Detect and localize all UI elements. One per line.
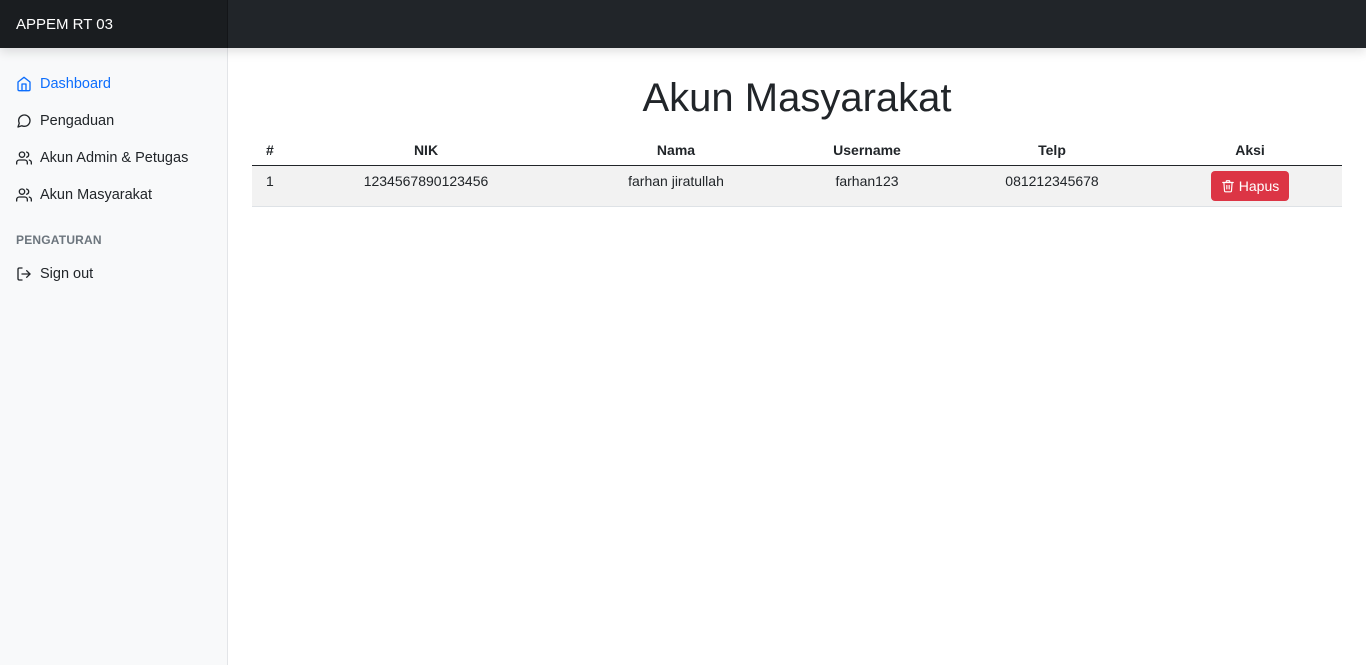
trash-icon [1221, 179, 1235, 193]
main-content: Akun Masyarakat # NIK Nama Username Telp… [228, 48, 1366, 665]
sidebar-item-label: Sign out [40, 265, 94, 282]
cell-nama-text: farhan jiratullah [628, 172, 724, 189]
sidebar-item-pengaduan[interactable]: Pengaduan [0, 102, 227, 139]
column-header-nama: Nama [564, 136, 788, 166]
cell-nik-text: 1234567890123456 [363, 172, 489, 189]
cell-nama: farhan jiratullah [564, 165, 788, 207]
log-out-icon [16, 266, 32, 282]
column-header-telp: Telp [946, 136, 1158, 166]
accounts-table: # NIK Nama Username Telp Aksi 1 12345678… [252, 136, 1342, 207]
sidebar-item-label: Pengaduan [40, 112, 115, 129]
cell-telp-text: 081212345678 [1005, 172, 1099, 189]
users-icon [16, 187, 32, 203]
users-icon [16, 150, 32, 166]
sidebar-nav: Dashboard Pengaduan Akun Admin & Petugas… [0, 48, 227, 213]
cell-telp: 081212345678 [946, 165, 1158, 207]
sidebar-item-sign-out[interactable]: Sign out [0, 255, 227, 292]
sidebar-item-label: Akun Masyarakat [40, 186, 153, 203]
cell-aksi: Hapus [1158, 165, 1342, 207]
page-title: Akun Masyarakat [642, 76, 952, 120]
table-row: 1 1234567890123456 farhan jiratullah far… [252, 165, 1342, 207]
cell-username: farhan123 [788, 165, 946, 207]
sidebar-item-akun-admin-petugas[interactable]: Akun Admin & Petugas [0, 139, 227, 176]
sidebar-settings-nav: Sign out [0, 255, 227, 292]
cell-no: 1 [252, 165, 288, 207]
cell-nik: 1234567890123456 [288, 165, 564, 207]
cell-no-text: 1 [266, 172, 274, 189]
home-icon [16, 76, 32, 92]
column-header-username: Username [788, 136, 946, 166]
sidebar-section-heading: PENGATURAN [16, 233, 102, 247]
delete-button[interactable]: Hapus [1210, 170, 1290, 201]
sidebar-item-label: Dashboard [40, 75, 111, 92]
sidebar-item-akun-masyarakat[interactable]: Akun Masyarakat [0, 176, 227, 213]
table-header-row: # NIK Nama Username Telp Aksi [252, 136, 1342, 166]
cell-username-text: farhan123 [835, 172, 899, 189]
top-navbar: APPEM RT 03 [0, 0, 1366, 48]
message-circle-icon [16, 113, 32, 129]
brand-logo[interactable]: APPEM RT 03 [0, 0, 228, 48]
sidebar-item-dashboard[interactable]: Dashboard [0, 65, 227, 102]
sidebar: Dashboard Pengaduan Akun Admin & Petugas… [0, 48, 228, 665]
column-header-no: # [252, 136, 288, 166]
delete-button-label: Hapus [1238, 177, 1280, 194]
column-header-aksi: Aksi [1158, 136, 1342, 166]
column-header-nik: NIK [288, 136, 564, 166]
sidebar-item-label: Akun Admin & Petugas [40, 149, 189, 166]
